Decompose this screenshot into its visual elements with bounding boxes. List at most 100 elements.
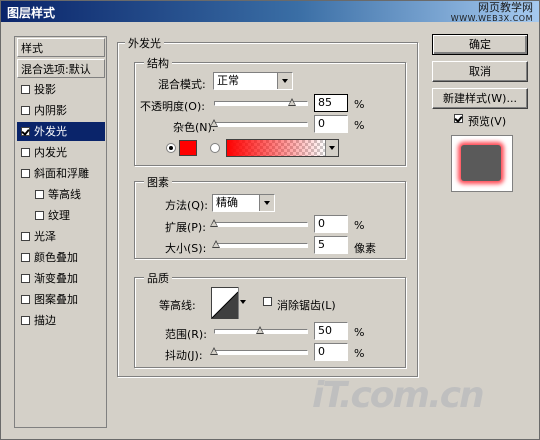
style-item-checkbox[interactable] xyxy=(21,84,30,94)
noise-slider-track[interactable] xyxy=(214,122,308,127)
gradient-radio[interactable] xyxy=(210,143,220,153)
style-item[interactable]: 纹理 xyxy=(17,206,105,225)
gradient-picker[interactable] xyxy=(226,139,339,157)
style-item-label: 混合选项:默认 xyxy=(21,63,91,76)
contour-label: 等高线: xyxy=(159,299,196,312)
style-item[interactable]: 渐变叠加 xyxy=(17,269,105,288)
opacity-input[interactable]: 85 xyxy=(314,94,348,112)
style-item-label: 外发光 xyxy=(34,125,67,138)
spread-input[interactable]: 0 xyxy=(314,215,348,233)
jitter-label: 抖动(J): xyxy=(165,349,203,362)
size-slider-track[interactable] xyxy=(214,243,308,248)
range-unit: % xyxy=(354,326,365,339)
antialias-label: 消除锯齿(L) xyxy=(277,299,336,312)
style-item-label: 图案叠加 xyxy=(34,293,78,306)
window-title: 图层样式 xyxy=(7,6,56,20)
opacity-unit: % xyxy=(354,98,365,111)
chevron-down-icon xyxy=(325,140,338,156)
chevron-down-icon xyxy=(238,287,247,319)
jitter-input[interactable]: 0 xyxy=(314,343,348,361)
style-item-label: 描边 xyxy=(34,314,56,327)
range-slider-thumb[interactable] xyxy=(256,326,264,334)
antialias-checkbox[interactable] xyxy=(263,297,272,306)
style-item[interactable]: 图案叠加 xyxy=(17,290,105,309)
style-item-label: 内阴影 xyxy=(34,104,67,117)
preview-checkbox[interactable] xyxy=(454,114,463,123)
size-input[interactable]: 5 xyxy=(314,236,348,254)
method-select[interactable]: 精确 xyxy=(212,194,275,212)
style-item-label: 投影 xyxy=(34,83,56,96)
noise-unit: % xyxy=(354,119,365,132)
noise-slider-thumb[interactable] xyxy=(210,119,218,127)
contour-picker[interactable] xyxy=(211,287,247,319)
noise-input[interactable]: 0 xyxy=(314,115,348,133)
preview-label: 预览(V) xyxy=(468,115,507,128)
blend-mode-value: 正常 xyxy=(217,74,239,87)
ok-button[interactable]: 确定 xyxy=(432,34,528,55)
blend-mode-select[interactable]: 正常 xyxy=(213,72,293,90)
style-item-checkbox[interactable] xyxy=(35,210,44,220)
blend-mode-label: 混合模式: xyxy=(158,78,206,91)
style-item[interactable]: 描边 xyxy=(17,311,105,330)
size-unit: 像素 xyxy=(354,242,376,255)
style-list: 样式 混合选项:默认投影内阴影外发光内发光斜面和浮雕等高线纹理光泽颜色叠加渐变叠… xyxy=(14,36,107,428)
style-item-checkbox[interactable] xyxy=(21,126,30,136)
size-slider-thumb[interactable] xyxy=(211,240,220,248)
cancel-button[interactable]: 取消 xyxy=(432,61,528,82)
style-item-label: 光泽 xyxy=(34,230,56,243)
spread-slider-track[interactable] xyxy=(214,222,308,227)
elements-label: 图素 xyxy=(144,174,172,190)
site-watermark: 网页教学网 WWW.WEB3X.COM xyxy=(451,2,533,24)
style-item[interactable]: 内发光 xyxy=(17,143,105,162)
chevron-down-icon xyxy=(259,195,274,211)
title-bar: 图层样式 网页教学网 WWW.WEB3X.COM xyxy=(1,1,539,24)
gradient-preview xyxy=(227,140,325,156)
style-item-checkbox[interactable] xyxy=(21,168,30,178)
style-item-checkbox[interactable] xyxy=(21,294,30,304)
preview-thumbnail xyxy=(461,145,501,181)
spread-slider-thumb[interactable] xyxy=(210,219,218,227)
style-item-label: 等高线 xyxy=(48,188,81,201)
style-item-checkbox[interactable] xyxy=(21,252,30,262)
style-item-checkbox[interactable] xyxy=(21,273,30,283)
style-item-checkbox[interactable] xyxy=(21,105,30,115)
style-item-label: 纹理 xyxy=(48,209,70,222)
spread-label: 扩展(P): xyxy=(165,221,206,234)
style-item-checkbox[interactable] xyxy=(21,315,30,325)
style-item-checkbox[interactable] xyxy=(21,147,30,157)
glow-color-swatch[interactable] xyxy=(179,140,197,156)
watermark-line1: 网页教学网 xyxy=(478,1,533,14)
style-item[interactable]: 内阴影 xyxy=(17,101,105,120)
style-item[interactable]: 光泽 xyxy=(17,227,105,246)
style-item[interactable]: 斜面和浮雕 xyxy=(17,164,105,183)
style-item-checkbox[interactable] xyxy=(35,189,44,199)
range-label: 范围(R): xyxy=(165,328,207,341)
site-logo-watermark: iT.com.cn xyxy=(312,375,485,416)
style-item-label: 内发光 xyxy=(34,146,67,159)
style-preview xyxy=(451,135,513,192)
new-style-button[interactable]: 新建样式(W)... xyxy=(432,88,528,109)
range-input[interactable]: 50 xyxy=(314,322,348,340)
outer-glow-title: 外发光 xyxy=(125,35,164,51)
solid-color-radio[interactable] xyxy=(166,143,176,153)
layer-style-dialog: 图层样式 网页教学网 WWW.WEB3X.COM 样式 混合选项:默认投影内阴影… xyxy=(0,0,540,440)
jitter-slider-track[interactable] xyxy=(214,350,308,355)
style-item[interactable]: 外发光 xyxy=(17,122,105,141)
style-item-checkbox[interactable] xyxy=(21,231,30,241)
style-item[interactable]: 混合选项:默认 xyxy=(17,59,105,78)
size-label: 大小(S): xyxy=(165,242,207,255)
style-item-label: 颜色叠加 xyxy=(34,251,78,264)
structure-label: 结构 xyxy=(144,55,172,71)
spread-unit: % xyxy=(354,219,365,232)
method-value: 精确 xyxy=(216,196,238,209)
style-item[interactable]: 投影 xyxy=(17,80,105,99)
style-item[interactable]: 等高线 xyxy=(17,185,105,204)
jitter-unit: % xyxy=(354,347,365,360)
style-list-header[interactable]: 样式 xyxy=(17,38,105,57)
style-item[interactable]: 颜色叠加 xyxy=(17,248,105,267)
quality-label: 品质 xyxy=(144,270,172,286)
opacity-slider-thumb[interactable] xyxy=(288,98,297,106)
chevron-down-icon xyxy=(277,73,292,89)
style-item-label: 渐变叠加 xyxy=(34,272,78,285)
jitter-slider-thumb[interactable] xyxy=(210,347,218,355)
